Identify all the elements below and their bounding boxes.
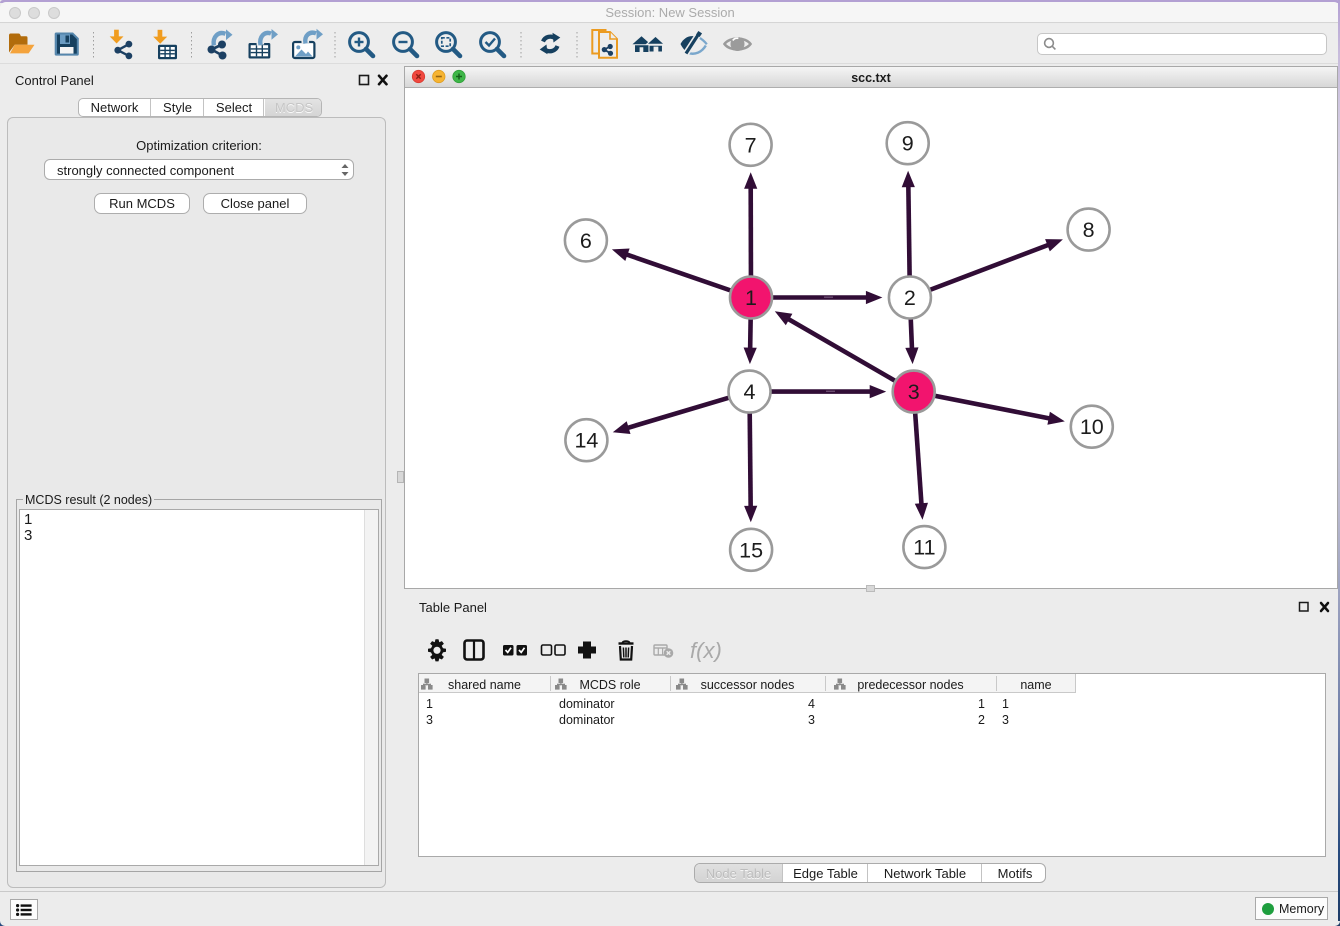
svg-text:9: 9: [902, 132, 914, 156]
svg-text:4: 4: [744, 380, 756, 404]
svg-text:f(x): f(x): [690, 638, 722, 662]
svg-text:10: 10: [1080, 415, 1104, 439]
svg-text:6: 6: [580, 229, 592, 253]
svg-text:1: 1: [745, 286, 757, 310]
svg-text:2: 2: [904, 286, 916, 310]
svg-text:8: 8: [1083, 218, 1095, 242]
svg-text:3: 3: [908, 380, 920, 404]
svg-text:11: 11: [913, 536, 935, 560]
svg-text:15: 15: [739, 538, 763, 562]
svg-text:7: 7: [745, 133, 757, 157]
svg-text:14: 14: [574, 429, 598, 453]
